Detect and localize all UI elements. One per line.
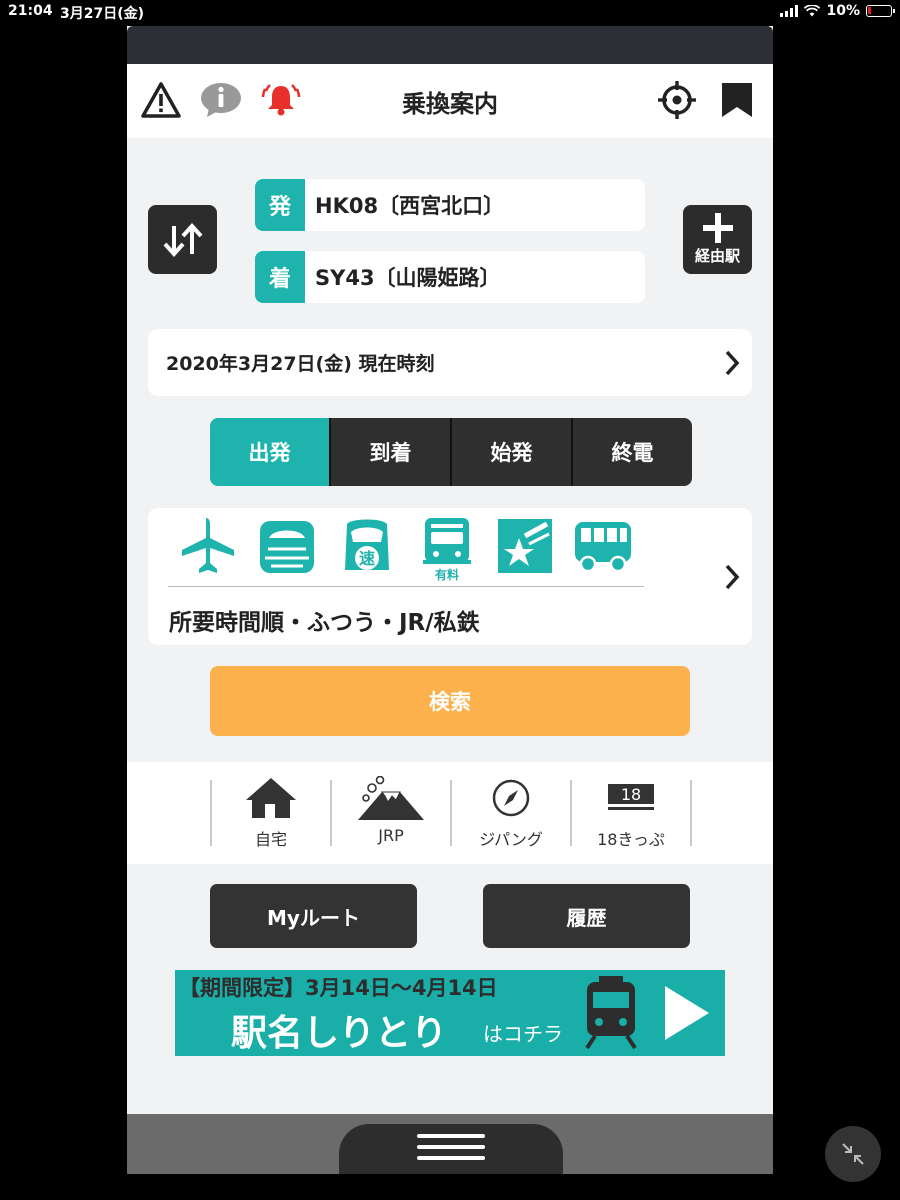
my-route-button[interactable]: Myルート bbox=[210, 884, 417, 948]
cellular-signal-icon bbox=[780, 5, 799, 17]
collapse-arrows-icon bbox=[842, 1143, 864, 1165]
compass-icon bbox=[492, 779, 530, 817]
quick-link-jrp[interactable]: JRP bbox=[332, 776, 450, 856]
quick-link-home[interactable]: 自宅 bbox=[212, 776, 330, 856]
star-icon bbox=[498, 519, 552, 573]
via-label: 経由駅 bbox=[694, 247, 740, 265]
tab-arrival[interactable]: 到着 bbox=[329, 418, 450, 486]
add-via-station-button[interactable]: 経由駅 bbox=[683, 205, 752, 274]
tab-first-train[interactable]: 始発 bbox=[450, 418, 571, 486]
chevron-right-icon bbox=[725, 564, 740, 590]
search-button[interactable]: 検索 bbox=[210, 666, 690, 736]
home-icon bbox=[246, 778, 296, 818]
wifi-icon bbox=[804, 5, 821, 17]
promo-banner[interactable]: 【期間限定】3月14日〜4月14日 駅名しりとり はコチラ bbox=[175, 970, 725, 1056]
quick-link-jrp-label: JRP bbox=[378, 826, 404, 845]
train-icon bbox=[585, 976, 637, 1050]
quick-link-home-label: 自宅 bbox=[254, 830, 287, 849]
quick-link-zipangu-label: ジパング bbox=[479, 830, 543, 849]
banner-title: 駅名しりとり bbox=[231, 1013, 448, 1054]
paid-express-icon: 有料 bbox=[423, 518, 471, 582]
battery-icon bbox=[866, 5, 895, 17]
datetime-label: 2020年3月27日(金) 現在時刻 bbox=[166, 353, 435, 375]
mount-fuji-icon bbox=[358, 776, 424, 820]
play-arrow-icon bbox=[665, 986, 709, 1040]
battery-percent: 10% bbox=[826, 3, 860, 19]
quick-link-18kippu[interactable]: 18 18きっぷ bbox=[572, 776, 690, 856]
departure-station-field[interactable]: 発 HK08〔西宮北口〕 bbox=[255, 179, 645, 231]
arrival-station-name: SY43〔山陽姫路〕 bbox=[315, 266, 501, 290]
tab-last-train[interactable]: 終電 bbox=[571, 418, 692, 486]
airplane-icon bbox=[182, 518, 234, 573]
express-bus-icon: 速 bbox=[345, 519, 389, 570]
status-time: 21:04 bbox=[8, 3, 53, 19]
collapse-window-button[interactable] bbox=[825, 1126, 881, 1182]
history-button[interactable]: 履歴 bbox=[483, 884, 690, 948]
arrival-badge: 着 bbox=[255, 251, 305, 303]
quick-link-18kippu-label: 18きっぷ bbox=[597, 830, 665, 849]
plus-icon bbox=[702, 213, 733, 243]
bookmark-icon[interactable] bbox=[715, 78, 759, 122]
datetime-row[interactable]: 2020年3月27日(金) 現在時刻 bbox=[148, 329, 752, 396]
time-mode-segmented-control: 出発 到着 始発 終電 bbox=[210, 418, 692, 486]
current-location-icon[interactable] bbox=[655, 78, 699, 122]
tab-departure[interactable]: 出発 bbox=[210, 418, 329, 486]
app-window: 乗換案内 発 HK08〔西宮北口〕 着 SY43〔山陽姫路〕 経由駅 2020年… bbox=[127, 26, 773, 1174]
quick-links-bar: 自宅 JRP ジパング 18 18きっぷ bbox=[127, 762, 773, 864]
status-date: 3月27日(金) bbox=[60, 6, 145, 22]
status-bar: 21:04 3月27日(金) 10% bbox=[0, 0, 900, 24]
svg-text:有料: 有料 bbox=[435, 567, 459, 582]
ticket-18-icon: 18 bbox=[608, 784, 654, 810]
arrival-station-field[interactable]: 着 SY43〔山陽姫路〕 bbox=[255, 251, 645, 303]
top-strip bbox=[127, 26, 773, 64]
departure-station-name: HK08〔西宮北口〕 bbox=[315, 194, 505, 218]
banner-period: 【期間限定】3月14日〜4月14日 bbox=[179, 976, 498, 1000]
bottom-bar bbox=[127, 1114, 773, 1174]
svg-text:18: 18 bbox=[621, 785, 641, 804]
app-header: 乗換案内 bbox=[127, 64, 773, 138]
divider bbox=[168, 586, 644, 587]
shinkansen-icon bbox=[260, 521, 314, 573]
departure-badge: 発 bbox=[255, 179, 305, 231]
swap-stations-button[interactable] bbox=[148, 205, 217, 274]
banner-subtitle: はコチラ bbox=[483, 1022, 563, 1046]
divider bbox=[690, 780, 692, 846]
hamburger-menu-icon[interactable] bbox=[417, 1134, 485, 1167]
bus-icon bbox=[575, 522, 631, 573]
swap-arrows-icon bbox=[163, 222, 202, 257]
quick-link-zipangu[interactable]: ジパング bbox=[452, 776, 570, 856]
search-conditions-summary: 所要時間順・ふつう・JR/私鉄 bbox=[169, 610, 480, 636]
svg-text:速: 速 bbox=[359, 549, 375, 568]
chevron-right-icon bbox=[725, 350, 740, 376]
